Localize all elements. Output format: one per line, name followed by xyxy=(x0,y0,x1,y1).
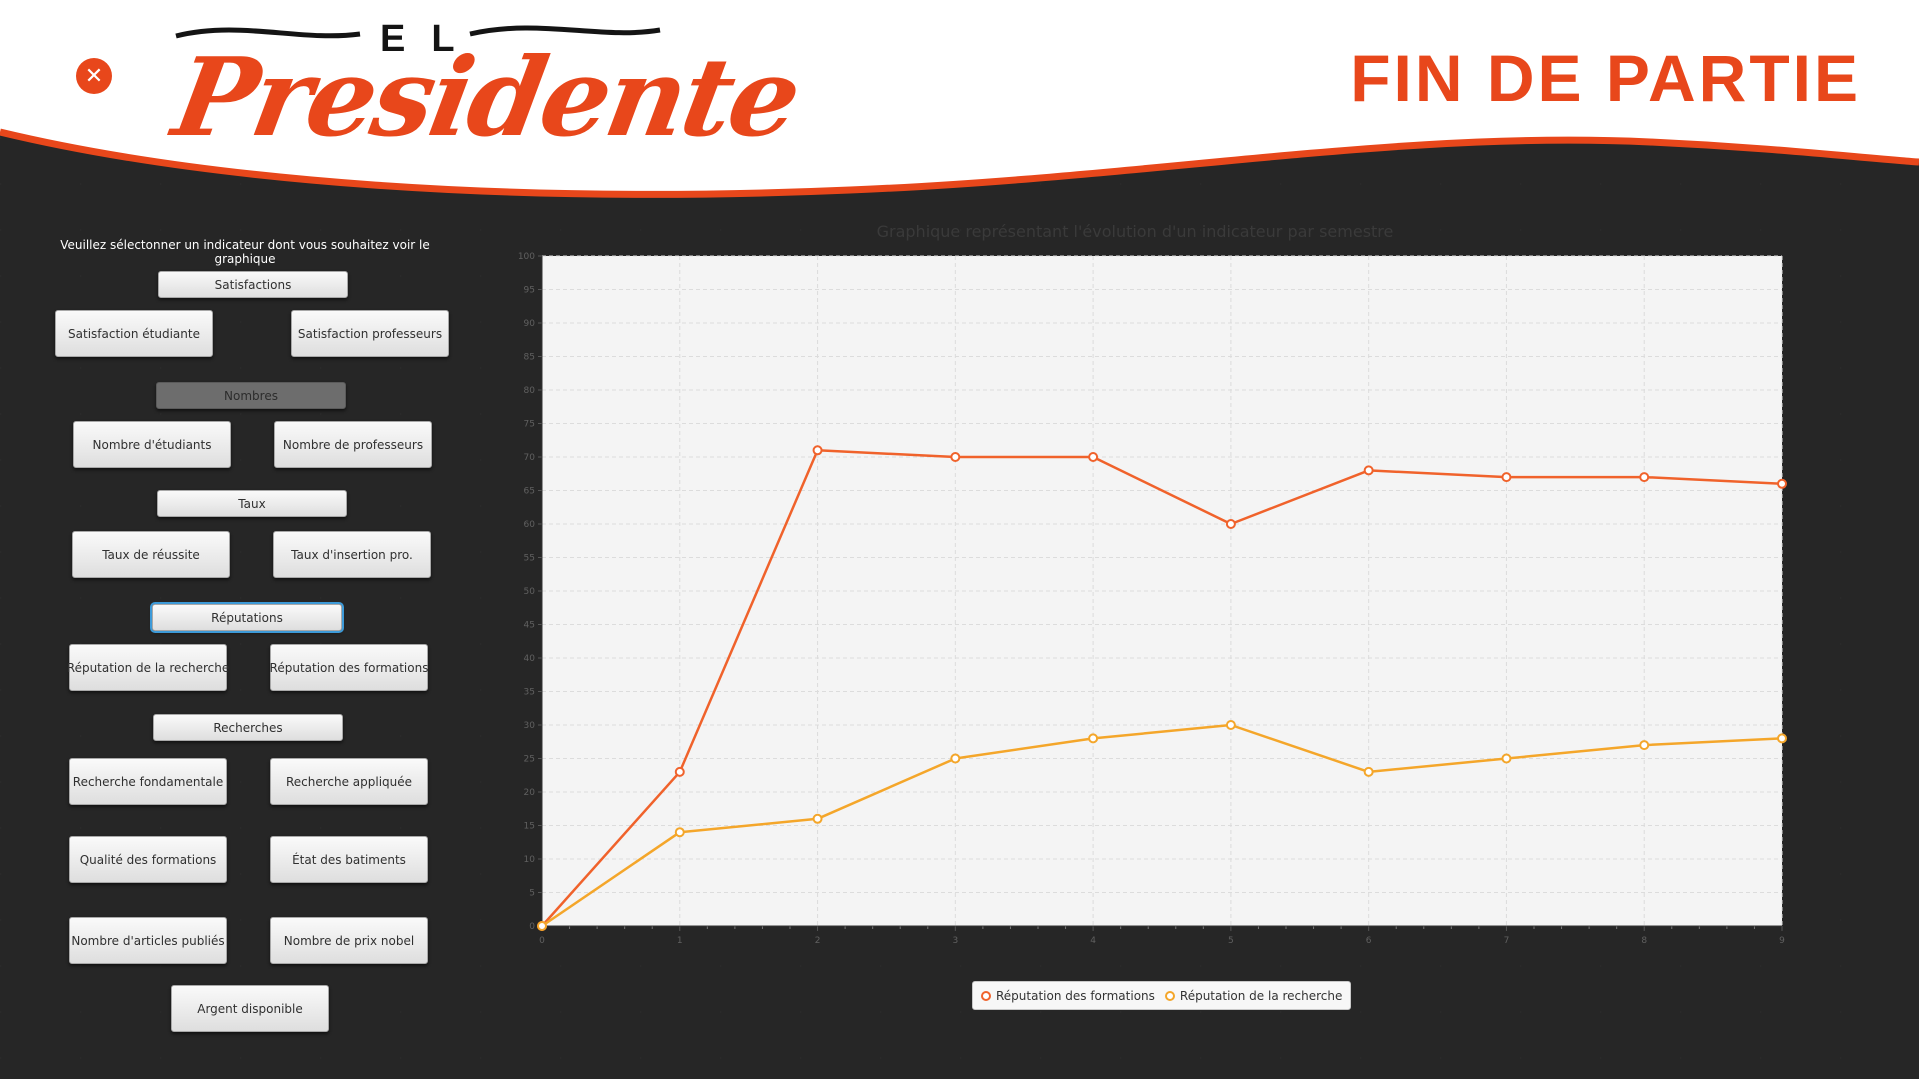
line-chart: 0510152025303540455055606570758085909510… xyxy=(518,252,1787,946)
header: ✕ EL Presidente FIN DE PARTIE xyxy=(0,0,1919,210)
legend-label-recherche: Réputation de la recherche xyxy=(1179,988,1343,1003)
satisfaction-professeurs-button[interactable]: Satisfaction professeurs xyxy=(291,310,449,357)
legend-marker-recherche xyxy=(1164,990,1175,1001)
data-point xyxy=(537,921,547,931)
reputation-formations-button[interactable]: Réputation des formations xyxy=(270,644,428,691)
y-tick-label: 65 xyxy=(524,487,535,497)
y-tick-label: 0 xyxy=(529,922,535,932)
close-icon[interactable]: ✕ xyxy=(76,58,112,94)
y-tick-label: 100 xyxy=(518,252,535,262)
data-point xyxy=(950,753,961,764)
y-tick-label: 80 xyxy=(524,386,536,396)
recherche-appliquee-button[interactable]: Recherche appliquée xyxy=(270,758,428,805)
y-tick-label: 15 xyxy=(524,822,535,832)
etat-batiments-button[interactable]: État des batiments xyxy=(270,836,428,883)
y-tick-label: 60 xyxy=(524,520,536,530)
data-point xyxy=(1225,720,1236,730)
category-nombres-button[interactable]: Nombres xyxy=(156,382,346,409)
argent-disponible-button[interactable]: Argent disponible xyxy=(171,985,329,1032)
category-taux-button[interactable]: Taux xyxy=(157,490,347,517)
x-tick-label: 2 xyxy=(815,936,821,946)
y-tick-label: 85 xyxy=(524,353,535,363)
qualite-formations-button[interactable]: Qualité des formations xyxy=(69,836,227,883)
nombre-articles-button[interactable]: Nombre d'articles publiés xyxy=(69,917,227,964)
x-tick-label: 6 xyxy=(1366,936,1372,946)
instruction-text: Veuillez sélectonner un indicateur dont … xyxy=(60,238,430,266)
data-point xyxy=(950,452,961,462)
y-tick-label: 95 xyxy=(524,286,535,296)
chart-title: Graphique représentant l'évolution d'un … xyxy=(876,222,1394,241)
data-point xyxy=(1501,753,1512,764)
y-tick-label: 35 xyxy=(524,688,535,698)
data-point xyxy=(1501,472,1512,483)
data-point xyxy=(1363,465,1374,476)
data-point xyxy=(674,827,685,838)
logo-presidente: Presidente xyxy=(164,35,808,161)
page-title: FIN DE PARTIE xyxy=(1350,41,1861,115)
legend-label-formations: Réputation des formations xyxy=(996,988,1155,1003)
data-point xyxy=(1777,733,1787,744)
y-tick-label: 40 xyxy=(524,654,536,664)
data-point xyxy=(812,813,823,824)
taux-reussite-button[interactable]: Taux de réussite xyxy=(72,531,230,578)
y-tick-label: 10 xyxy=(524,855,536,865)
y-tick-label: 5 xyxy=(529,889,535,899)
legend-item-formations: Réputation des formations xyxy=(981,989,1155,1003)
data-point xyxy=(1225,519,1236,529)
nombre-professeurs-button[interactable]: Nombre de professeurs xyxy=(274,421,432,468)
legend-marker-formations xyxy=(981,990,991,1001)
nombre-prix-nobel-button[interactable]: Nombre de prix nobel xyxy=(270,917,428,964)
y-tick-label: 70 xyxy=(524,453,536,463)
taux-insertion-button[interactable]: Taux d'insertion pro. xyxy=(273,531,431,578)
data-point xyxy=(1088,733,1099,744)
x-tick-label: 4 xyxy=(1090,936,1096,946)
y-tick-label: 55 xyxy=(524,554,535,564)
x-tick-label: 1 xyxy=(677,936,683,946)
data-point xyxy=(1639,472,1650,483)
satisfaction-etudiante-button[interactable]: Satisfaction étudiante xyxy=(55,310,213,357)
category-satisfactions-button[interactable]: Satisfactions xyxy=(158,271,348,298)
legend-item-recherche: Réputation de la recherche xyxy=(1164,988,1343,1003)
data-point xyxy=(812,445,823,456)
y-tick-label: 20 xyxy=(524,788,536,798)
data-point xyxy=(1088,452,1099,462)
y-tick-label: 90 xyxy=(524,319,536,329)
y-tick-label: 75 xyxy=(524,420,535,430)
category-recherches-button[interactable]: Recherches xyxy=(153,714,343,741)
category-reputations-button[interactable]: Réputations xyxy=(152,604,342,631)
x-tick-label: 3 xyxy=(952,936,958,946)
x-tick-label: 9 xyxy=(1779,936,1785,946)
y-tick-label: 45 xyxy=(524,621,535,631)
data-point xyxy=(1363,766,1374,777)
y-tick-label: 25 xyxy=(524,755,535,765)
x-tick-label: 5 xyxy=(1228,936,1234,946)
x-tick-label: 0 xyxy=(539,936,545,946)
chart-legend: Réputation des formations Réputation de … xyxy=(972,981,1352,1010)
nombre-etudiants-button[interactable]: Nombre d'étudiants xyxy=(73,421,231,468)
reputation-recherche-button[interactable]: Réputation de la recherche xyxy=(67,644,229,691)
recherche-fondamentale-button[interactable]: Recherche fondamentale xyxy=(69,758,227,805)
data-point xyxy=(674,766,685,777)
y-tick-label: 30 xyxy=(524,721,536,731)
x-tick-label: 7 xyxy=(1504,936,1510,946)
data-point xyxy=(1777,478,1787,489)
x-tick-label: 8 xyxy=(1641,936,1647,946)
y-tick-label: 50 xyxy=(524,587,536,597)
data-point xyxy=(1639,740,1650,751)
